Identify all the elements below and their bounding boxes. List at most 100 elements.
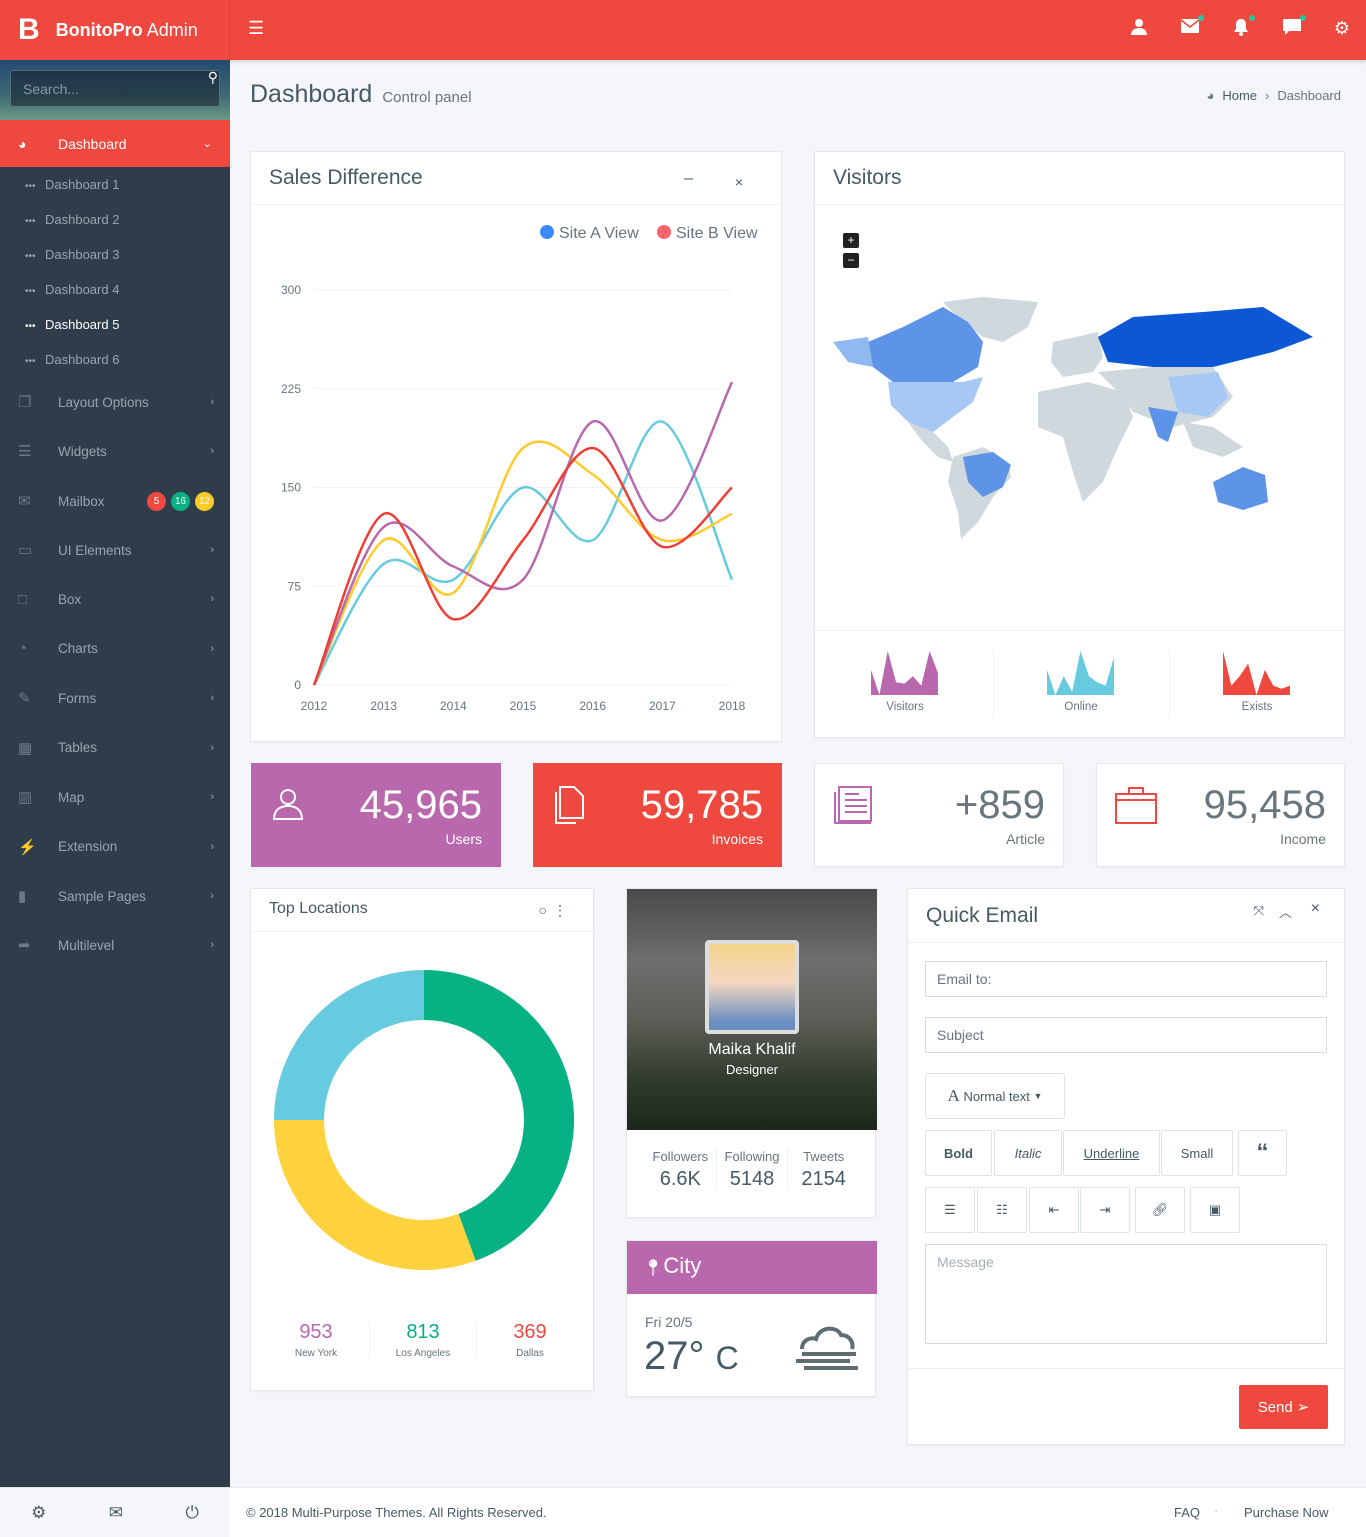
dashboard-icon: ◕ — [1206, 88, 1215, 103]
unordered-list-icon[interactable]: ☰ — [925, 1187, 975, 1233]
chevron-right-icon: › — [210, 741, 214, 754]
breadcrumb-home[interactable]: Home — [1222, 88, 1257, 103]
donut-segment — [423, 970, 574, 1261]
search-input[interactable]: Search... — [10, 70, 220, 107]
brand-logo[interactable]: B BonitoPro Admin — [0, 0, 230, 60]
chevron-right-icon: › — [210, 692, 214, 705]
briefcase-icon — [1115, 786, 1157, 829]
italic-button[interactable]: Italic — [994, 1130, 1062, 1176]
divider — [908, 1368, 1346, 1369]
search-icon[interactable]: ⚲ — [208, 69, 218, 86]
map-zoom-out-button[interactable]: − — [843, 253, 859, 268]
menu-toggle-icon[interactable]: ☰ — [248, 18, 264, 39]
sidebar-item-label: Map — [58, 789, 85, 805]
x-tick-label: 2018 — [719, 699, 746, 713]
card-title: Visitors — [833, 166, 902, 189]
sidebar-search: Search... ⚲ — [0, 60, 230, 120]
sidebar-item-label: Charts — [58, 641, 98, 656]
document-icon — [552, 786, 584, 829]
email-to-input[interactable]: Email to: — [925, 961, 1327, 997]
sidebar-subitem[interactable]: ••• Dashboard 4 — [25, 282, 119, 297]
profile-stat-value: 5148 — [729, 1168, 775, 1190]
sidebar-item-map[interactable]: ▥ Map › — [18, 788, 214, 806]
sidebar-subitem-label: Dashboard 6 — [45, 352, 120, 367]
avatar[interactable] — [705, 940, 799, 1034]
sidebar-subitem[interactable]: ••• Dashboard 1 — [25, 177, 119, 192]
sidebar-item-mailbox[interactable]: ✉ Mailbox 5 16 12 — [18, 491, 214, 511]
donut-segment — [274, 1119, 476, 1270]
dots-icon: ••• — [25, 286, 36, 297]
user-icon[interactable] — [1127, 18, 1151, 41]
profile-stat-label: Following — [724, 1149, 780, 1164]
sidebar-item-charts[interactable]: ◔ Charts › — [18, 640, 214, 657]
refresh-icon[interactable]: ○ — [539, 902, 547, 918]
image-icon[interactable]: ▣ — [1190, 1187, 1240, 1233]
power-icon[interactable]: ⏻ — [185, 1503, 198, 1523]
underline-button[interactable]: Underline — [1063, 1130, 1160, 1176]
blockquote-icon[interactable]: “ — [1238, 1130, 1287, 1176]
mail-icon[interactable]: ✉ — [109, 1503, 123, 1523]
bell-icon[interactable] — [1229, 15, 1255, 41]
stat-label: Income — [1280, 831, 1326, 847]
subject-input[interactable]: Subject — [925, 1017, 1327, 1053]
bold-button[interactable]: Bold — [925, 1130, 992, 1176]
purchase-now-link[interactable]: Purchase Now — [1244, 1505, 1329, 1520]
location-count: 369 — [513, 1321, 547, 1343]
chevron-right-icon: › — [210, 642, 214, 655]
sparkline-label: Online — [1064, 701, 1098, 713]
sidebar-item-ui-elements[interactable]: ▭ UI Elements › — [18, 541, 214, 559]
ordered-list-icon[interactable]: ☷ — [977, 1187, 1027, 1233]
divider — [815, 630, 1346, 631]
collapse-icon[interactable]: ︿ — [1279, 902, 1292, 921]
sidebar-item-forms[interactable]: ✎ Forms › — [18, 689, 214, 707]
sidebar-item-sample-pages[interactable]: ▮ Sample Pages › — [18, 887, 214, 905]
text-style-value: Normal text — [963, 1088, 1030, 1104]
text-style-dropdown[interactable]: A Normal text ▼ — [925, 1073, 1065, 1119]
sidebar-item-label: Tables — [58, 740, 98, 756]
weather-card: 📍︎City Fri 20/5 27° C — [626, 1240, 877, 1397]
sidebar-item-dashboard[interactable]: ◕ Dashboard ⌄ — [0, 120, 230, 167]
sidebar-item-label: Forms — [58, 690, 97, 706]
visitors-card: Visitors + − Visitors Online Exists — [814, 151, 1346, 738]
close-icon[interactable]: × — [1311, 900, 1320, 918]
message-textarea[interactable]: Message — [925, 1244, 1327, 1344]
world-map[interactable] — [833, 297, 1323, 542]
legend-marker — [540, 225, 554, 239]
expand-icon[interactable]: ⤧ — [1254, 903, 1264, 919]
sidebar-subitem[interactable]: ••• Dashboard 2 — [25, 212, 119, 227]
donut-segment — [274, 970, 425, 1121]
map-region-australia — [1213, 467, 1268, 510]
more-options-icon[interactable]: ⋮ — [553, 902, 567, 919]
gear-icon[interactable]: ⚙ — [1330, 18, 1354, 39]
small-button[interactable]: Small — [1161, 1130, 1233, 1176]
sidebar-subitem[interactable]: ••• Dashboard 3 — [25, 247, 119, 262]
map-region-india — [1148, 407, 1178, 442]
sidebar-item-extension[interactable]: ⚡ Extension › — [18, 838, 214, 856]
sidebar-subitem[interactable]: ••• Dashboard 6 — [25, 352, 119, 367]
sidebar-item-label: Box — [58, 591, 82, 607]
indent-icon[interactable]: ⇥ — [1080, 1187, 1130, 1233]
sidebar-subitem[interactable]: ••• Dashboard 5 — [25, 317, 119, 332]
map-zoom-in-button[interactable]: + — [843, 233, 859, 248]
sidebar-item-layout-options[interactable]: ❐ Layout Options › — [18, 393, 214, 411]
profile-role: Designer — [725, 1062, 779, 1077]
faq-link[interactable]: FAQ — [1174, 1505, 1200, 1520]
settings-icon[interactable]: ⚙ — [31, 1503, 46, 1523]
profile-stat: Followers 6.6K — [645, 1149, 716, 1191]
sidebar-item-label: Mailbox — [58, 493, 105, 509]
brand-suffix: Admin — [146, 19, 198, 40]
sidebar-item-box[interactable]: □ Box › — [18, 591, 214, 608]
sidebar-item-widgets[interactable]: ☰ Widgets › — [18, 442, 214, 460]
link-icon[interactable]: 🔗︎ — [1135, 1187, 1185, 1233]
chat-icon[interactable] — [1280, 15, 1306, 41]
city-name: City — [663, 1253, 702, 1278]
outdent-icon[interactable]: ⇤ — [1029, 1187, 1079, 1233]
sidebar-item-tables[interactable]: ▦ Tables › — [18, 739, 214, 757]
card-header: Top Locations ○ ⋮ — [251, 889, 593, 932]
dots-icon: ••• — [25, 251, 36, 262]
map-region-europe — [1051, 332, 1103, 377]
sidebar-item-multilevel[interactable]: ➦ Multilevel › — [18, 936, 214, 954]
mail-icon[interactable] — [1178, 15, 1204, 39]
send-button[interactable]: Send ➢ — [1239, 1385, 1328, 1429]
top-locations-card: Top Locations ○ ⋮ 953 New York 813 Los Ange… — [250, 888, 594, 1391]
